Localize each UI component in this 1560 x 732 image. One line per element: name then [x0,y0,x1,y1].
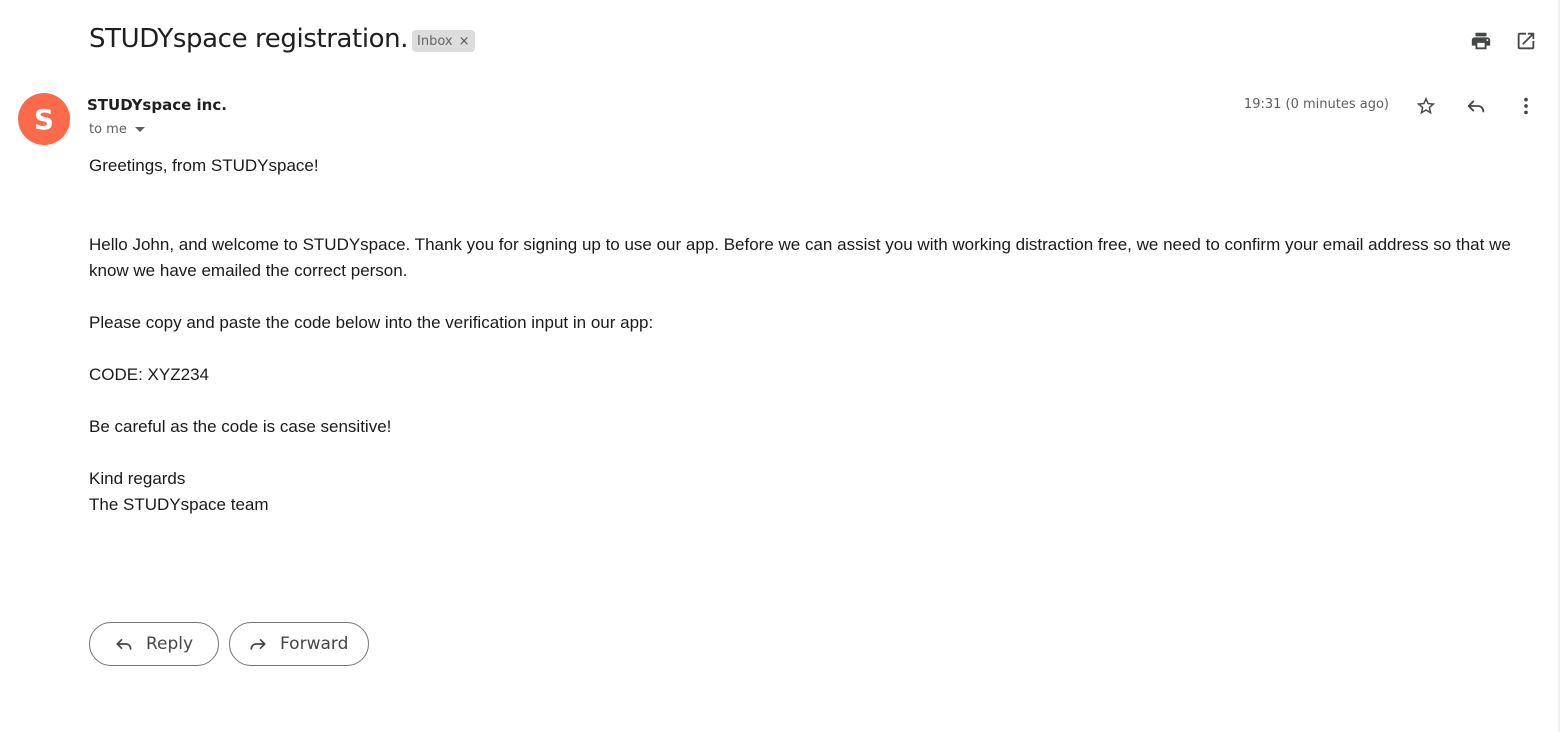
email-timestamp: 19:31 (0 minutes ago) [1243,97,1389,112]
body-greeting: Greetings, from STUDYspace! [89,156,319,175]
more-vert-icon[interactable] [1514,94,1538,118]
remove-label-button[interactable]: × [459,34,470,49]
body-signoff: Kind regards [89,469,186,488]
open-in-new-icon[interactable] [1514,29,1538,53]
email-subject: STUDYspace registration. [89,24,409,54]
reply-button-label: Reply [146,634,194,654]
email-body: Greetings, from STUDYspace! Hello John, … [89,153,1539,518]
body-instruction: Please copy and paste the code below int… [89,313,654,332]
print-icon[interactable] [1469,29,1493,53]
reply-icon [114,634,134,654]
recipient-details-toggle[interactable]: to me [89,122,145,137]
body-intro: Hello John, and welcome to STUDYspace. T… [89,235,1511,280]
label-chip-inbox[interactable]: Inbox × [412,30,476,52]
reply-icon[interactable] [1464,94,1488,118]
sender-avatar[interactable]: S [18,93,70,145]
star-icon[interactable] [1414,94,1438,118]
label-chip-text: Inbox [417,33,453,49]
recipient-label: to me [89,122,127,137]
sender-name[interactable]: STUDYspace inc. [87,96,227,114]
forward-icon [248,634,268,654]
forward-button[interactable]: Forward [229,622,369,666]
chevron-down-icon [134,127,145,132]
reply-button[interactable]: Reply [89,622,219,666]
email-view: STUDYspace registration. Inbox × S STUDY… [0,0,1560,732]
forward-button-label: Forward [280,634,349,654]
body-warning: Be careful as the code is case sensitive… [89,417,392,436]
body-signature: The STUDYspace team [89,495,269,514]
verification-code: CODE: XYZ234 [89,365,209,384]
